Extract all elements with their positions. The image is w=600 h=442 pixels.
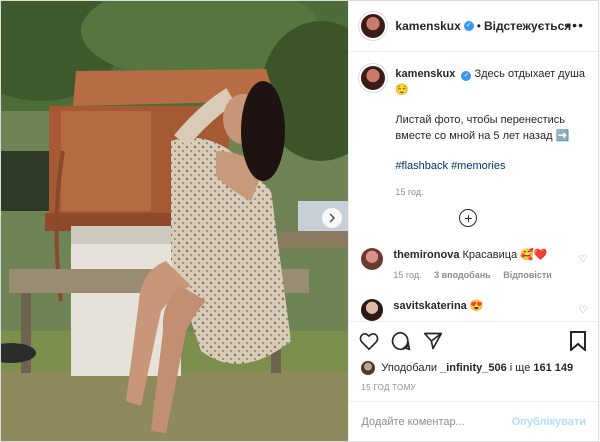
comment-username[interactable]: savitskaterina: [393, 300, 466, 312]
comment-username[interactable]: themironova: [393, 249, 459, 261]
chevron-right-icon: [329, 213, 336, 223]
share-icon[interactable]: [423, 331, 443, 351]
like-comment-heart-icon[interactable]: ♡: [578, 254, 587, 265]
caption-username[interactable]: kamenskux: [395, 68, 455, 80]
caption-hashtags[interactable]: #flashback #memories: [395, 158, 586, 174]
commenter-avatar[interactable]: [361, 248, 384, 270]
follow-status[interactable]: Відстежується: [484, 19, 571, 33]
author-avatar[interactable]: [361, 14, 386, 38]
comment-meta: 15 год. 3 вподобань Відповісти: [393, 270, 561, 280]
post-header: kamenskux ✓ • Відстежується •••: [349, 1, 598, 52]
add-comment-bar: Опублікувати: [349, 401, 598, 441]
reply-button[interactable]: Відповісти: [503, 270, 552, 280]
caption-text: kamenskux ✓ Здесь отдыхает душа 😌 Листай…: [395, 66, 586, 200]
heart-icon[interactable]: [359, 332, 379, 350]
likes-count[interactable]: 161 149: [533, 362, 573, 374]
comment-text: Красавица 🥰❤️: [462, 249, 548, 261]
load-more-comments-icon[interactable]: +: [459, 209, 478, 227]
comment-body: themironova Красавица 🥰❤️ 15 год. 3 впод…: [393, 248, 561, 280]
verified-badge-icon: ✓: [461, 71, 472, 81]
caption-avatar[interactable]: [361, 66, 386, 90]
post-sidebar: kamenskux ✓ • Відстежується ••• kamensku…: [348, 1, 598, 441]
post-comment-button[interactable]: Опублікувати: [512, 416, 586, 428]
commenter-avatar[interactable]: [361, 299, 384, 321]
likes-middle: і ще: [509, 362, 531, 374]
comment-likes[interactable]: 3 вподобань: [434, 270, 491, 280]
like-comment-heart-icon[interactable]: ♡: [578, 305, 587, 316]
comment-item: savitskaterina 😍 ♡: [361, 299, 587, 321]
next-photo-button[interactable]: [322, 208, 342, 228]
likes-summary: Уподобали _infinity_506 і ще 161 149: [349, 359, 598, 377]
post-time-ago: 15 ГОД ТОМУ: [361, 383, 416, 392]
comment-text: 😍: [469, 300, 484, 312]
comment-icon[interactable]: [391, 331, 411, 351]
comments-section: kamenskux ✓ Здесь отдыхает душа 😌 Листай…: [349, 52, 598, 321]
caption: kamenskux ✓ Здесь отдыхает душа 😌 Листай…: [361, 66, 586, 200]
likes-prefix: Уподобали: [381, 362, 438, 374]
post-photo[interactable]: [1, 1, 349, 441]
comment-input[interactable]: [361, 415, 512, 428]
comment-time: 15 год.: [393, 270, 422, 280]
separator-dot: •: [476, 19, 481, 33]
comment-body: savitskaterina 😍: [393, 299, 483, 321]
action-bar: [349, 321, 598, 359]
instagram-post: kamenskux ✓ • Відстежується ••• kamensku…: [0, 0, 599, 442]
more-horizontal-icon[interactable]: •••: [566, 17, 584, 33]
comment-item: themironova Красавица 🥰❤️ 15 год. 3 впод…: [361, 248, 587, 280]
verified-badge-icon: ✓: [463, 21, 474, 31]
bookmark-icon[interactable]: [570, 331, 586, 356]
liker-username[interactable]: _infinity_506: [440, 362, 507, 374]
photo-illustration: [1, 1, 349, 441]
liker-avatar[interactable]: [361, 361, 376, 375]
author-username[interactable]: kamenskux: [395, 19, 460, 33]
caption-line2: Листай фото, чтобы перенестись вместе со…: [395, 114, 570, 142]
caption-time: 15 год.: [395, 187, 424, 197]
